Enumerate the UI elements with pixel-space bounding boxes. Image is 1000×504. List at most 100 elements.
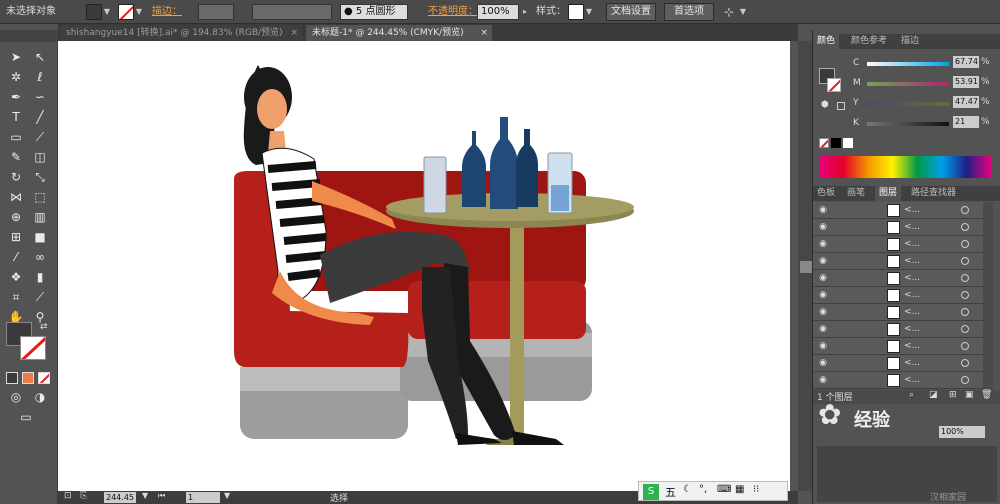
channel-k-slider[interactable] (867, 122, 949, 126)
selection-tool-icon[interactable]: ➤ (6, 48, 26, 66)
new-sublayer-icon[interactable]: ⊞ (949, 390, 957, 400)
layer-row[interactable]: ◉ <... (813, 372, 983, 389)
swap-colors-icon[interactable]: ⇄ (40, 322, 48, 332)
free-transform-tool-icon[interactable]: ⬚ (30, 188, 50, 206)
direct-selection-tool-icon[interactable]: ↖ (30, 48, 50, 66)
scrollbar-thumb[interactable] (800, 261, 812, 273)
arrange-icon[interactable]: ⊹ (724, 4, 734, 20)
slice-tool-icon[interactable]: ⟋ (30, 288, 50, 306)
rectangle-tool-icon[interactable]: ▭ (6, 128, 26, 146)
stroke-weight-field[interactable] (198, 4, 234, 20)
channel-m-input[interactable]: 53.91 (953, 76, 979, 88)
first-page-icon[interactable]: ⏮ (158, 491, 165, 501)
white-swatch[interactable] (843, 138, 853, 148)
layer-row[interactable]: ◉ <... (813, 236, 983, 253)
target-icon[interactable] (961, 308, 969, 316)
draw-behind-icon[interactable]: ◑ (30, 388, 50, 406)
channel-k-input[interactable]: 21 (953, 116, 979, 128)
variable-width-profile[interactable] (252, 4, 332, 20)
new-layer-icon[interactable]: ▣ (965, 390, 974, 400)
tab-brushes[interactable]: 画笔 (843, 186, 869, 201)
artboard-tool-icon[interactable]: ⌗ (6, 288, 26, 306)
layer-row[interactable]: ◉ <... (813, 338, 983, 355)
eye-icon[interactable]: ◉ (817, 204, 829, 216)
layer-row[interactable]: ◉ <... (813, 219, 983, 236)
web-safe-icon[interactable] (837, 102, 845, 110)
preferences-button[interactable]: 首选项 (664, 3, 714, 21)
target-icon[interactable] (961, 342, 969, 350)
symbol-sprayer-tool-icon[interactable]: ❖ (6, 268, 26, 286)
gradient-tool-icon[interactable]: ■ (30, 228, 50, 246)
layer-row[interactable]: ◉ <... (813, 202, 983, 219)
layers-scrollbar[interactable] (983, 202, 993, 390)
chevron-down-icon[interactable]: ▼ (738, 4, 748, 20)
brush-definition[interactable]: ● 5 点圆形 (340, 4, 408, 20)
target-icon[interactable] (961, 223, 969, 231)
channel-y-slider[interactable] (867, 102, 949, 106)
clipping-mask-icon[interactable]: ◪ (929, 390, 938, 400)
chevron-down-icon[interactable]: ▼ (102, 4, 112, 20)
stroke-color-box[interactable] (20, 336, 46, 360)
blend-tool-icon[interactable]: ∞ (30, 248, 50, 266)
target-icon[interactable] (961, 376, 969, 384)
magic-wand-tool-icon[interactable]: ✲ (6, 68, 26, 86)
layer-row[interactable]: ◉ <... (813, 253, 983, 270)
tab-layers[interactable]: 图层 (875, 186, 902, 201)
tools-icon[interactable]: ⁝⁝ (753, 484, 759, 495)
artwork-illustration[interactable] (58, 41, 790, 491)
target-icon[interactable] (961, 206, 969, 214)
eye-icon[interactable]: ◉ (817, 306, 829, 318)
target-icon[interactable] (961, 257, 969, 265)
tab-stroke[interactable]: 描边 (897, 34, 923, 49)
tab-pathfinder[interactable]: 路径查找器 (907, 186, 960, 201)
lasso-tool-icon[interactable]: ℓ (30, 68, 50, 86)
eye-icon[interactable]: ◉ (817, 255, 829, 267)
out-of-gamut-icon[interactable]: ⬢ (821, 100, 829, 110)
screen-mode-icon[interactable]: ▭ (16, 408, 36, 426)
locate-object-icon[interactable]: ⌕ (909, 390, 914, 400)
layer-row[interactable]: ◉ <... (813, 321, 983, 338)
rotate-tool-icon[interactable]: ↻ (6, 168, 26, 186)
gradient-mode-icon[interactable] (22, 372, 34, 384)
ime-mode-label[interactable]: 五 (665, 484, 676, 500)
eye-icon[interactable]: ◉ (817, 340, 829, 352)
close-icon[interactable]: × (480, 25, 488, 41)
zoom-field[interactable]: 244.45 (104, 492, 136, 503)
eye-icon[interactable]: ◉ (817, 289, 829, 301)
layer-row[interactable]: ◉ <... (813, 304, 983, 321)
ime-toolbar[interactable]: S 五 ☾ °, ⌨ ▦ ⁝⁝ (638, 481, 788, 501)
target-icon[interactable] (961, 274, 969, 282)
chevron-down-icon[interactable]: ▼ (224, 491, 230, 500)
channel-y-input[interactable]: 47.47 (953, 96, 979, 108)
pen-tool-icon[interactable]: ✒ (6, 88, 26, 106)
eraser-tool-icon[interactable]: ◫ (30, 148, 50, 166)
tab-swatches[interactable]: 色板 (813, 186, 839, 201)
draw-mode-icon[interactable]: ◎ (6, 388, 26, 406)
chevron-down-icon[interactable]: ▼ (584, 4, 594, 20)
tab-document-2[interactable]: 未标题-1* @ 244.45% (CMYK/预览) × (306, 25, 492, 41)
target-icon[interactable] (961, 359, 969, 367)
opacity-input[interactable]: 100% (477, 4, 519, 20)
type-tool-icon[interactable]: T (6, 108, 26, 126)
eye-icon[interactable]: ◉ (817, 357, 829, 369)
moon-icon[interactable]: ☾ (683, 484, 692, 495)
target-icon[interactable] (961, 325, 969, 333)
width-tool-icon[interactable]: ⋈ (6, 188, 26, 206)
channel-m-slider[interactable] (867, 82, 949, 86)
stroke-swatch[interactable] (118, 4, 134, 20)
line-tool-icon[interactable]: ╱ (30, 108, 50, 126)
paintbrush-tool-icon[interactable]: ⟋ (30, 128, 50, 146)
black-swatch[interactable] (831, 138, 841, 148)
channel-c-slider[interactable] (867, 62, 949, 66)
target-icon[interactable] (961, 291, 969, 299)
style-swatch[interactable] (568, 4, 584, 20)
punctuation-icon[interactable]: °, (699, 484, 707, 495)
pencil-tool-icon[interactable]: ✎ (6, 148, 26, 166)
scale-tool-icon[interactable]: ⤡ (30, 168, 50, 186)
stroke-label[interactable]: 描边： (152, 4, 182, 20)
shape-builder-tool-icon[interactable]: ⊕ (6, 208, 26, 226)
keyboard-icon[interactable]: ⌨ (717, 484, 731, 495)
chevron-down-icon[interactable]: ▼ (142, 491, 148, 500)
skin-icon[interactable]: ▦ (735, 484, 744, 495)
mesh-tool-icon[interactable]: ⊞ (6, 228, 26, 246)
